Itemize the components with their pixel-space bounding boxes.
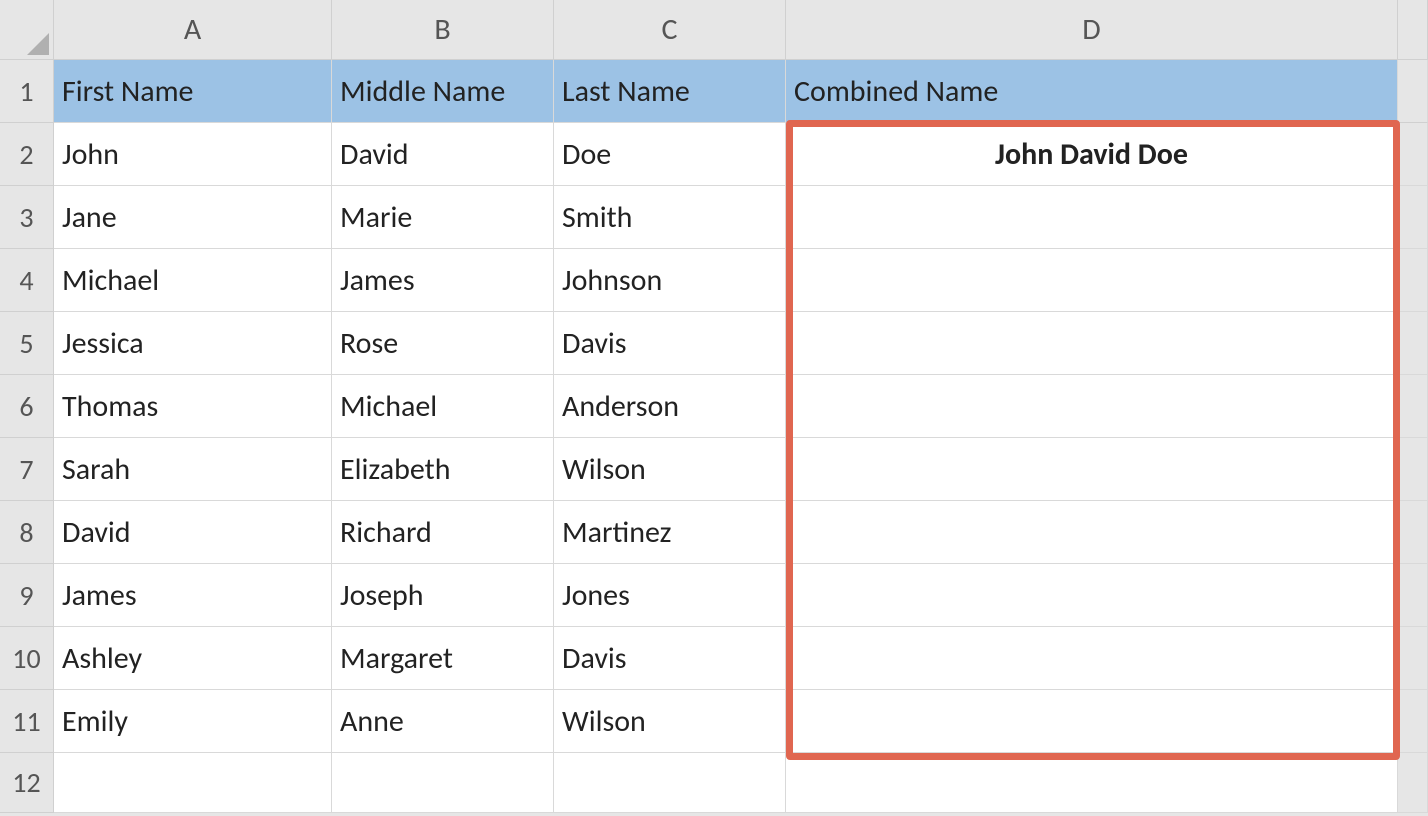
spreadsheet: A B C D 1 First Name Middle Name Last Na… bbox=[0, 0, 1428, 816]
cell-A2[interactable]: John bbox=[54, 123, 332, 186]
cell-C4[interactable]: Johnson bbox=[554, 249, 786, 312]
column-header-C[interactable]: C bbox=[554, 0, 786, 60]
cell-C5[interactable]: Davis bbox=[554, 312, 786, 375]
cell-overflow-3 bbox=[1398, 186, 1428, 249]
cell-overflow-12 bbox=[1398, 753, 1428, 813]
cell-A5[interactable]: Jessica bbox=[54, 312, 332, 375]
row-header-10[interactable]: 10 bbox=[0, 627, 54, 690]
row-1: 1 First Name Middle Name Last Name Combi… bbox=[0, 60, 1428, 123]
row-header-11[interactable]: 11 bbox=[0, 690, 54, 753]
cell-C11[interactable]: Wilson bbox=[554, 690, 786, 753]
cell-A8[interactable]: David bbox=[54, 501, 332, 564]
cell-D3[interactable] bbox=[786, 186, 1398, 249]
cell-A11[interactable]: Emily bbox=[54, 690, 332, 753]
row-10: 10 Ashley Margaret Davis bbox=[0, 627, 1428, 690]
cell-D11[interactable] bbox=[786, 690, 1398, 753]
row-9: 9 James Joseph Jones bbox=[0, 564, 1428, 627]
row-4: 4 Michael James Johnson bbox=[0, 249, 1428, 312]
row-header-12[interactable]: 12 bbox=[0, 753, 54, 813]
cell-A7[interactable]: Sarah bbox=[54, 438, 332, 501]
row-2: 2 John David Doe John David Doe bbox=[0, 123, 1428, 186]
cell-D4[interactable] bbox=[786, 249, 1398, 312]
cell-C6[interactable]: Anderson bbox=[554, 375, 786, 438]
column-header-overflow bbox=[1398, 0, 1428, 60]
cell-C9[interactable]: Jones bbox=[554, 564, 786, 627]
cell-A1[interactable]: First Name bbox=[54, 60, 332, 123]
row-header-2[interactable]: 2 bbox=[0, 123, 54, 186]
row-header-4[interactable]: 4 bbox=[0, 249, 54, 312]
cell-D12[interactable] bbox=[786, 753, 1398, 813]
cell-overflow-7 bbox=[1398, 438, 1428, 501]
cell-B11[interactable]: Anne bbox=[332, 690, 554, 753]
column-header-row: A B C D bbox=[0, 0, 1428, 60]
cell-C7[interactable]: Wilson bbox=[554, 438, 786, 501]
row-3: 3 Jane Marie Smith bbox=[0, 186, 1428, 249]
row-header-1[interactable]: 1 bbox=[0, 60, 54, 123]
cell-D1[interactable]: Combined Name bbox=[786, 60, 1398, 123]
row-header-3[interactable]: 3 bbox=[0, 186, 54, 249]
cell-D10[interactable] bbox=[786, 627, 1398, 690]
cell-A10[interactable]: Ashley bbox=[54, 627, 332, 690]
cell-overflow-10 bbox=[1398, 627, 1428, 690]
cell-A12[interactable] bbox=[54, 753, 332, 813]
select-all-icon bbox=[27, 33, 49, 55]
select-all-corner[interactable] bbox=[0, 0, 54, 60]
row-header-5[interactable]: 5 bbox=[0, 312, 54, 375]
cell-D7[interactable] bbox=[786, 438, 1398, 501]
cell-D8[interactable] bbox=[786, 501, 1398, 564]
cell-overflow-1 bbox=[1398, 60, 1428, 123]
row-header-8[interactable]: 8 bbox=[0, 501, 54, 564]
row-6: 6 Thomas Michael Anderson bbox=[0, 375, 1428, 438]
cell-B3[interactable]: Marie bbox=[332, 186, 554, 249]
column-header-B[interactable]: B bbox=[332, 0, 554, 60]
cell-A9[interactable]: James bbox=[54, 564, 332, 627]
cell-B10[interactable]: Margaret bbox=[332, 627, 554, 690]
cell-overflow-2 bbox=[1398, 123, 1428, 186]
cell-D2[interactable]: John David Doe bbox=[786, 123, 1398, 186]
cell-D9[interactable] bbox=[786, 564, 1398, 627]
cell-A3[interactable]: Jane bbox=[54, 186, 332, 249]
row-11: 11 Emily Anne Wilson bbox=[0, 690, 1428, 753]
cell-overflow-8 bbox=[1398, 501, 1428, 564]
cell-D6[interactable] bbox=[786, 375, 1398, 438]
column-header-A[interactable]: A bbox=[54, 0, 332, 60]
column-header-D[interactable]: D bbox=[786, 0, 1398, 60]
cell-D5[interactable] bbox=[786, 312, 1398, 375]
row-5: 5 Jessica Rose Davis bbox=[0, 312, 1428, 375]
cell-B12[interactable] bbox=[332, 753, 554, 813]
cell-B5[interactable]: Rose bbox=[332, 312, 554, 375]
cell-C2[interactable]: Doe bbox=[554, 123, 786, 186]
cell-B2[interactable]: David bbox=[332, 123, 554, 186]
row-header-7[interactable]: 7 bbox=[0, 438, 54, 501]
row-header-6[interactable]: 6 bbox=[0, 375, 54, 438]
cell-overflow-11 bbox=[1398, 690, 1428, 753]
row-12: 12 bbox=[0, 753, 1428, 813]
cell-C3[interactable]: Smith bbox=[554, 186, 786, 249]
cell-A6[interactable]: Thomas bbox=[54, 375, 332, 438]
cell-A4[interactable]: Michael bbox=[54, 249, 332, 312]
row-7: 7 Sarah Elizabeth Wilson bbox=[0, 438, 1428, 501]
cell-B4[interactable]: James bbox=[332, 249, 554, 312]
cell-C12[interactable] bbox=[554, 753, 786, 813]
cell-B7[interactable]: Elizabeth bbox=[332, 438, 554, 501]
cell-B1[interactable]: Middle Name bbox=[332, 60, 554, 123]
cell-overflow-9 bbox=[1398, 564, 1428, 627]
cell-overflow-4 bbox=[1398, 249, 1428, 312]
cell-overflow-6 bbox=[1398, 375, 1428, 438]
cell-B9[interactable]: Joseph bbox=[332, 564, 554, 627]
row-8: 8 David Richard Martinez bbox=[0, 501, 1428, 564]
cell-B6[interactable]: Michael bbox=[332, 375, 554, 438]
cell-C8[interactable]: Martinez bbox=[554, 501, 786, 564]
cell-B8[interactable]: Richard bbox=[332, 501, 554, 564]
cell-overflow-5 bbox=[1398, 312, 1428, 375]
cell-C10[interactable]: Davis bbox=[554, 627, 786, 690]
cell-C1[interactable]: Last Name bbox=[554, 60, 786, 123]
row-header-9[interactable]: 9 bbox=[0, 564, 54, 627]
